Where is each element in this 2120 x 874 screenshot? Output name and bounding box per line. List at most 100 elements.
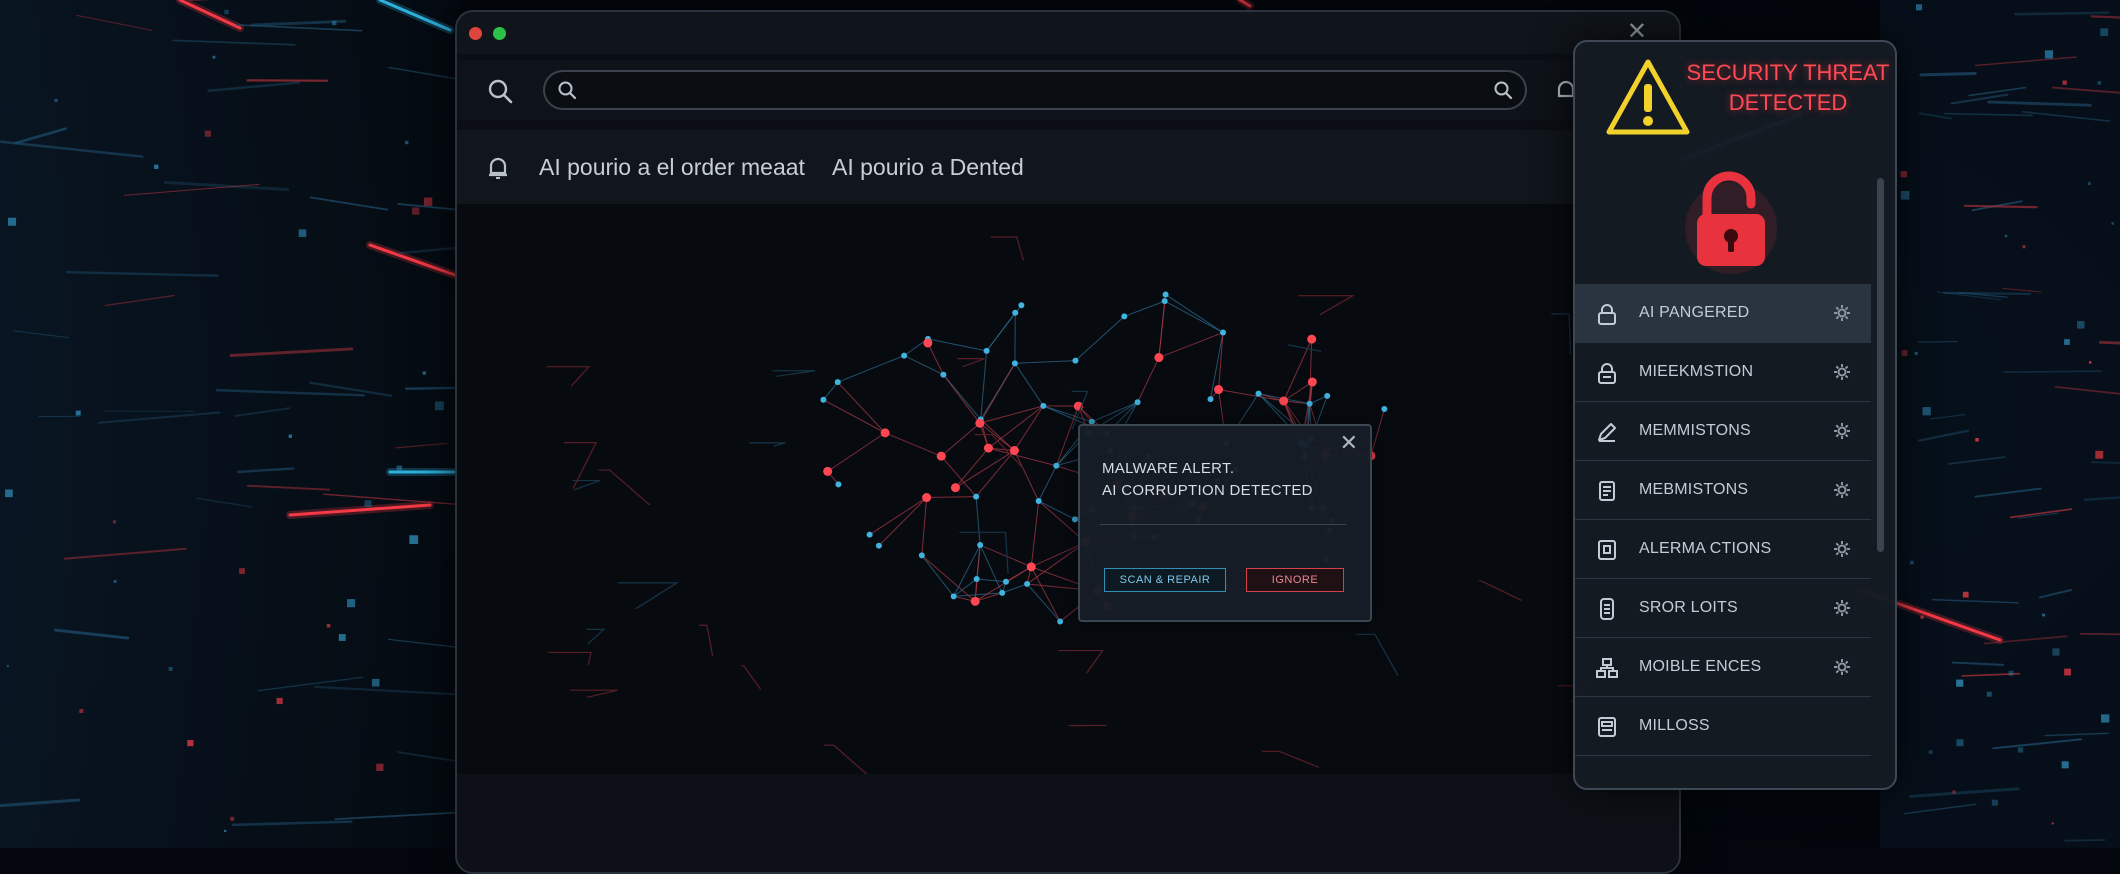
network-node: [951, 483, 960, 492]
network-node: [919, 552, 925, 558]
network-node: [1255, 391, 1261, 397]
gear-icon[interactable]: [1833, 658, 1851, 681]
menu-item-sror-loits[interactable]: SROR LOITS: [1575, 579, 1871, 638]
data-pixel: [1987, 692, 1992, 697]
menu-item-mebmistons[interactable]: MEBMISTONS: [1575, 461, 1871, 520]
network-edge: [1039, 466, 1057, 501]
data-pixel: [2005, 235, 2007, 237]
data-pixel: [5, 489, 13, 497]
circuit-trace: [824, 745, 882, 774]
network-node: [823, 467, 832, 476]
data-pixel: [423, 371, 426, 374]
data-pixel: [412, 207, 419, 214]
network-edge: [823, 400, 885, 433]
data-pixel: [1910, 561, 1913, 564]
network-node: [1162, 298, 1168, 304]
network-edge: [1092, 402, 1138, 422]
network-node: [1012, 360, 1018, 366]
data-pixel: [2018, 747, 2023, 752]
search-submit-icon[interactable]: [1493, 80, 1513, 105]
data-pixel: [339, 634, 346, 641]
search-icon[interactable]: [487, 78, 513, 109]
lock-icon: [1595, 302, 1619, 331]
search-bar[interactable]: [543, 70, 1527, 110]
network-node: [1154, 353, 1163, 362]
tab-order-meaat[interactable]: AI pourio a el order meaat: [539, 154, 805, 181]
network-edge: [928, 339, 987, 351]
data-pixel: [347, 599, 355, 607]
network-edge: [928, 343, 944, 375]
gear-icon[interactable]: [1833, 363, 1851, 386]
bottom-bar: [457, 774, 1679, 874]
ignore-button[interactable]: IGNORE: [1246, 568, 1344, 592]
gear-icon[interactable]: [1833, 304, 1851, 327]
network-edge: [823, 382, 837, 400]
network-node: [1040, 403, 1046, 409]
menu-item-milloss[interactable]: MILLOSS: [1575, 697, 1871, 756]
data-pixel: [79, 709, 83, 713]
menu-item-ai-pangered[interactable]: AI PANGERED: [1575, 284, 1871, 343]
menu-item-mieekmstion[interactable]: MIEEKMSTION: [1575, 343, 1871, 402]
threat-title: SECURITY THREAT DETECTED: [1683, 58, 1893, 118]
network-node: [881, 428, 890, 437]
data-pixel: [54, 99, 57, 102]
data-pixel: [2022, 245, 2025, 248]
lock-icon: [1595, 361, 1619, 390]
network-node: [1053, 463, 1059, 469]
network-edge: [988, 448, 1056, 466]
data-pixel: [224, 10, 228, 14]
gear-icon[interactable]: [1833, 599, 1851, 622]
gear-icon[interactable]: [1833, 481, 1851, 504]
scan-repair-button[interactable]: SCAN & REPAIR: [1104, 568, 1226, 592]
data-pixel: [405, 141, 408, 144]
menu-item-label: MEBMISTONS: [1639, 481, 1748, 499]
network-edge: [955, 448, 988, 488]
data-pixel: [372, 679, 380, 687]
network-node: [923, 338, 932, 347]
data-pixel: [2042, 614, 2045, 617]
data-pixel: [114, 580, 117, 583]
network-edge: [1075, 316, 1124, 360]
menu-item-alerma-ctions[interactable]: ALERMA CTIONS: [1575, 520, 1871, 579]
circuit-trace: [957, 359, 984, 367]
panel-scrollbar[interactable]: [1877, 178, 1884, 552]
data-pixel: [435, 401, 444, 410]
threat-title-line2: DETECTED: [1683, 88, 1893, 118]
data-line: [2004, 371, 2101, 372]
network-node: [1012, 310, 1018, 316]
window-close-dot[interactable]: [469, 27, 482, 40]
menu-item-memmistons[interactable]: MEMMISTONS: [1575, 402, 1871, 461]
network-node: [1036, 498, 1042, 504]
close-icon[interactable]: ✕: [1340, 432, 1358, 454]
network-edge: [922, 498, 927, 556]
network-visualization: [457, 204, 1679, 774]
menu-item-label: MILLOSS: [1639, 717, 1710, 735]
menu-item-label: MEMMISTONS: [1639, 422, 1751, 440]
menu-item-moible-ences[interactable]: MOIBLE ENCES: [1575, 638, 1871, 697]
network-edge: [1031, 501, 1038, 567]
data-pixel: [2062, 761, 2069, 768]
network-node: [1027, 562, 1036, 571]
network-edge: [1002, 584, 1027, 593]
data-pixel: [409, 535, 418, 544]
network-edge: [1056, 406, 1078, 466]
data-pixel: [1915, 352, 1918, 355]
data-pixel: [397, 466, 403, 472]
gear-icon[interactable]: [1833, 422, 1851, 445]
document-icon: [1595, 715, 1619, 744]
tab-dented[interactable]: AI pourio a Dented: [832, 154, 1024, 181]
network-edge: [838, 356, 904, 383]
search-input[interactable]: [587, 76, 1471, 104]
network-node: [971, 597, 980, 606]
circuit-trace: [587, 629, 604, 644]
network-edge: [1371, 409, 1384, 456]
network-node: [1308, 377, 1317, 386]
data-pixel: [424, 198, 432, 206]
network-edge: [987, 313, 1016, 351]
gear-icon[interactable]: [1833, 540, 1851, 563]
window-maximize-dot[interactable]: [493, 27, 506, 40]
tab-bar: AI pourio a el order meaat AI pourio a D…: [457, 130, 1679, 204]
circuit-trace: [741, 666, 761, 690]
network-edge: [981, 351, 987, 420]
network-edge: [1219, 333, 1223, 390]
